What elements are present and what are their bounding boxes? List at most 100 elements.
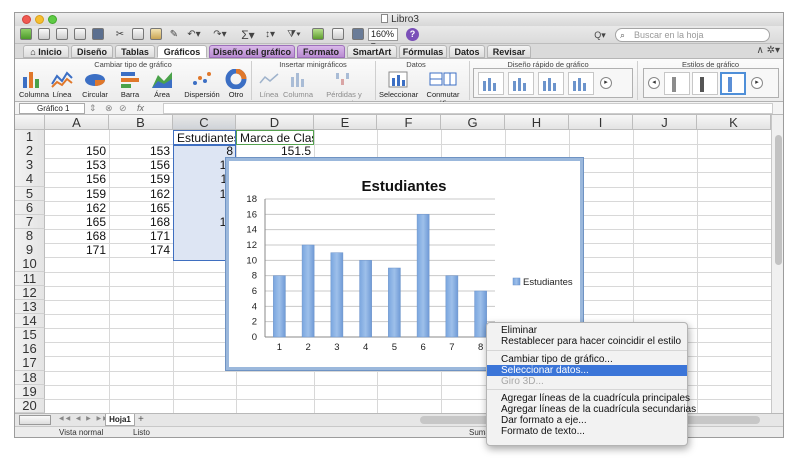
open-icon[interactable]: [73, 28, 87, 42]
row-header[interactable]: 20: [15, 399, 45, 414]
cell-b7[interactable]: 168: [109, 215, 173, 230]
add-sheet-button[interactable]: +: [138, 414, 144, 425]
chart-styles-next-icon[interactable]: ▸: [751, 77, 763, 89]
row-header[interactable]: 11: [15, 271, 45, 286]
cell-a6[interactable]: 162: [45, 201, 109, 216]
menu-restablecer-estilo[interactable]: Restablecer para hacer coincidir el esti…: [487, 336, 687, 347]
row-header[interactable]: 17: [15, 356, 45, 371]
tab-diseno[interactable]: Diseño: [71, 45, 113, 58]
cell-b4[interactable]: 159: [109, 172, 173, 187]
confirm-formula-icon[interactable]: ⊘: [119, 103, 127, 114]
menu-seleccionar-datos[interactable]: Seleccionar datos...: [487, 364, 687, 376]
chart-styles-prev-icon[interactable]: ◂: [648, 77, 660, 89]
row-header[interactable]: 18: [15, 370, 45, 386]
tab-tablas[interactable]: Tablas: [115, 45, 155, 58]
menu-formato-texto[interactable]: Formato de texto...: [487, 426, 687, 437]
chart-style-2[interactable]: [692, 72, 718, 95]
row-header[interactable]: 12: [15, 285, 45, 301]
view-buttons[interactable]: [19, 415, 51, 425]
column-header-e[interactable]: E: [314, 115, 377, 130]
sheet-nav-arrows-icon[interactable]: ◀◀ ◀ ▶ ▶▶: [59, 415, 110, 422]
redo-icon[interactable]: ↷▾: [213, 28, 227, 42]
gallery-icon[interactable]: [37, 28, 51, 42]
tab-graficos[interactable]: Gráficos: [157, 45, 207, 58]
sparkline-line-button[interactable]: Línea: [255, 69, 283, 99]
cell-c1[interactable]: Estudiantes: [173, 130, 236, 145]
cell-b6[interactable]: 165: [109, 201, 173, 216]
cell-a4[interactable]: 156: [45, 172, 109, 187]
other-chart-button[interactable]: Otro: [223, 69, 249, 99]
tab-inicio[interactable]: ⌂ Inicio: [23, 45, 69, 58]
menu-lineas-principales[interactable]: Agregar líneas de la cuadrícula principa…: [487, 393, 690, 404]
column-header-a[interactable]: A: [45, 115, 109, 130]
tab-datos[interactable]: Datos: [449, 45, 485, 58]
cancel-formula-icon[interactable]: ⊗: [105, 103, 113, 114]
cell-a2[interactable]: 150: [45, 144, 109, 159]
row-header[interactable]: 4: [15, 172, 45, 187]
media-icon[interactable]: [351, 28, 365, 42]
chart-style-1[interactable]: [664, 72, 690, 95]
select-data-ribbon-button[interactable]: Seleccionar: [379, 69, 418, 99]
cell-d1[interactable]: Marca de Clase: [236, 130, 314, 145]
row-header[interactable]: 10: [15, 257, 45, 272]
cell-a8[interactable]: 168: [45, 229, 109, 244]
vertical-scrollbar[interactable]: [771, 115, 783, 413]
copy-icon[interactable]: [131, 28, 145, 42]
paste-icon[interactable]: [149, 28, 163, 42]
formula-builder-icon[interactable]: [311, 28, 325, 42]
menu-cambiar-tipo[interactable]: Cambiar tipo de gráfico...: [487, 354, 687, 365]
column-header-c[interactable]: C: [173, 115, 236, 130]
column-header-f[interactable]: F: [377, 115, 441, 130]
menu-eliminar[interactable]: Eliminar: [487, 325, 687, 336]
cell-d2[interactable]: 151.5: [236, 144, 314, 159]
search-scope-icon[interactable]: Q▾: [593, 28, 607, 42]
formula-input[interactable]: [163, 103, 773, 114]
column-header-d[interactable]: D: [236, 115, 314, 130]
column-header-b[interactable]: B: [109, 115, 173, 130]
column-header-k[interactable]: K: [697, 115, 771, 130]
ribbon-collapse-icon[interactable]: ∧ ✲▾: [757, 45, 781, 56]
line-chart-button[interactable]: Línea: [49, 69, 75, 99]
area-chart-button[interactable]: Área: [147, 69, 177, 99]
row-header[interactable]: 5: [15, 186, 45, 202]
column-header-g[interactable]: G: [441, 115, 505, 130]
filter-icon[interactable]: ⧩▾: [287, 28, 301, 42]
chart-style-3[interactable]: [720, 72, 746, 95]
undo-icon[interactable]: ↶▾: [187, 28, 201, 42]
cell-a5[interactable]: 159: [45, 187, 109, 202]
column-header-i[interactable]: I: [569, 115, 633, 130]
toolbox-icon[interactable]: [331, 28, 345, 42]
quick-layout-3[interactable]: [538, 72, 564, 95]
sidebar-icon[interactable]: [19, 28, 33, 42]
name-box[interactable]: Gráfico 1: [19, 103, 85, 114]
search-input[interactable]: ⌕ Buscar en la hoja: [615, 28, 770, 42]
cell-b9[interactable]: 174: [109, 243, 173, 258]
save-icon[interactable]: [91, 28, 105, 42]
quick-layout-1[interactable]: [478, 72, 504, 95]
cell-a3[interactable]: 153: [45, 158, 109, 173]
column-header-h[interactable]: H: [505, 115, 569, 130]
cut-icon[interactable]: ✂: [113, 28, 127, 42]
tab-formato[interactable]: Formato: [297, 45, 345, 58]
new-icon[interactable]: [55, 28, 69, 42]
quick-layout-2[interactable]: [508, 72, 534, 95]
quick-layout-4[interactable]: [568, 72, 594, 95]
autosum-icon[interactable]: Σ▾: [241, 28, 255, 42]
row-header[interactable]: 19: [15, 384, 45, 400]
tab-revisar[interactable]: Revisar: [487, 45, 531, 58]
cell-a7[interactable]: 165: [45, 215, 109, 230]
cell-c2[interactable]: 8: [173, 144, 236, 159]
bar-chart-button[interactable]: Barra: [115, 69, 145, 99]
quick-layout-next-icon[interactable]: ▸: [600, 77, 612, 89]
scatter-chart-button[interactable]: Dispersión: [181, 69, 223, 99]
cell-b5[interactable]: 162: [109, 187, 173, 202]
zoom-select[interactable]: 160% ▾: [368, 28, 398, 50]
format-painter-icon[interactable]: ✎: [167, 28, 181, 42]
column-header-j[interactable]: J: [633, 115, 697, 130]
select-all-corner[interactable]: [15, 115, 45, 130]
tab-diseno-del-grafico[interactable]: Diseño del gráfico: [209, 45, 295, 58]
cell-a9[interactable]: 171: [45, 243, 109, 258]
menu-formato-eje[interactable]: Dar formato a eje...: [487, 415, 687, 426]
fx-icon[interactable]: fx: [137, 103, 144, 113]
sparkline-column-button[interactable]: Columna: [283, 69, 313, 99]
